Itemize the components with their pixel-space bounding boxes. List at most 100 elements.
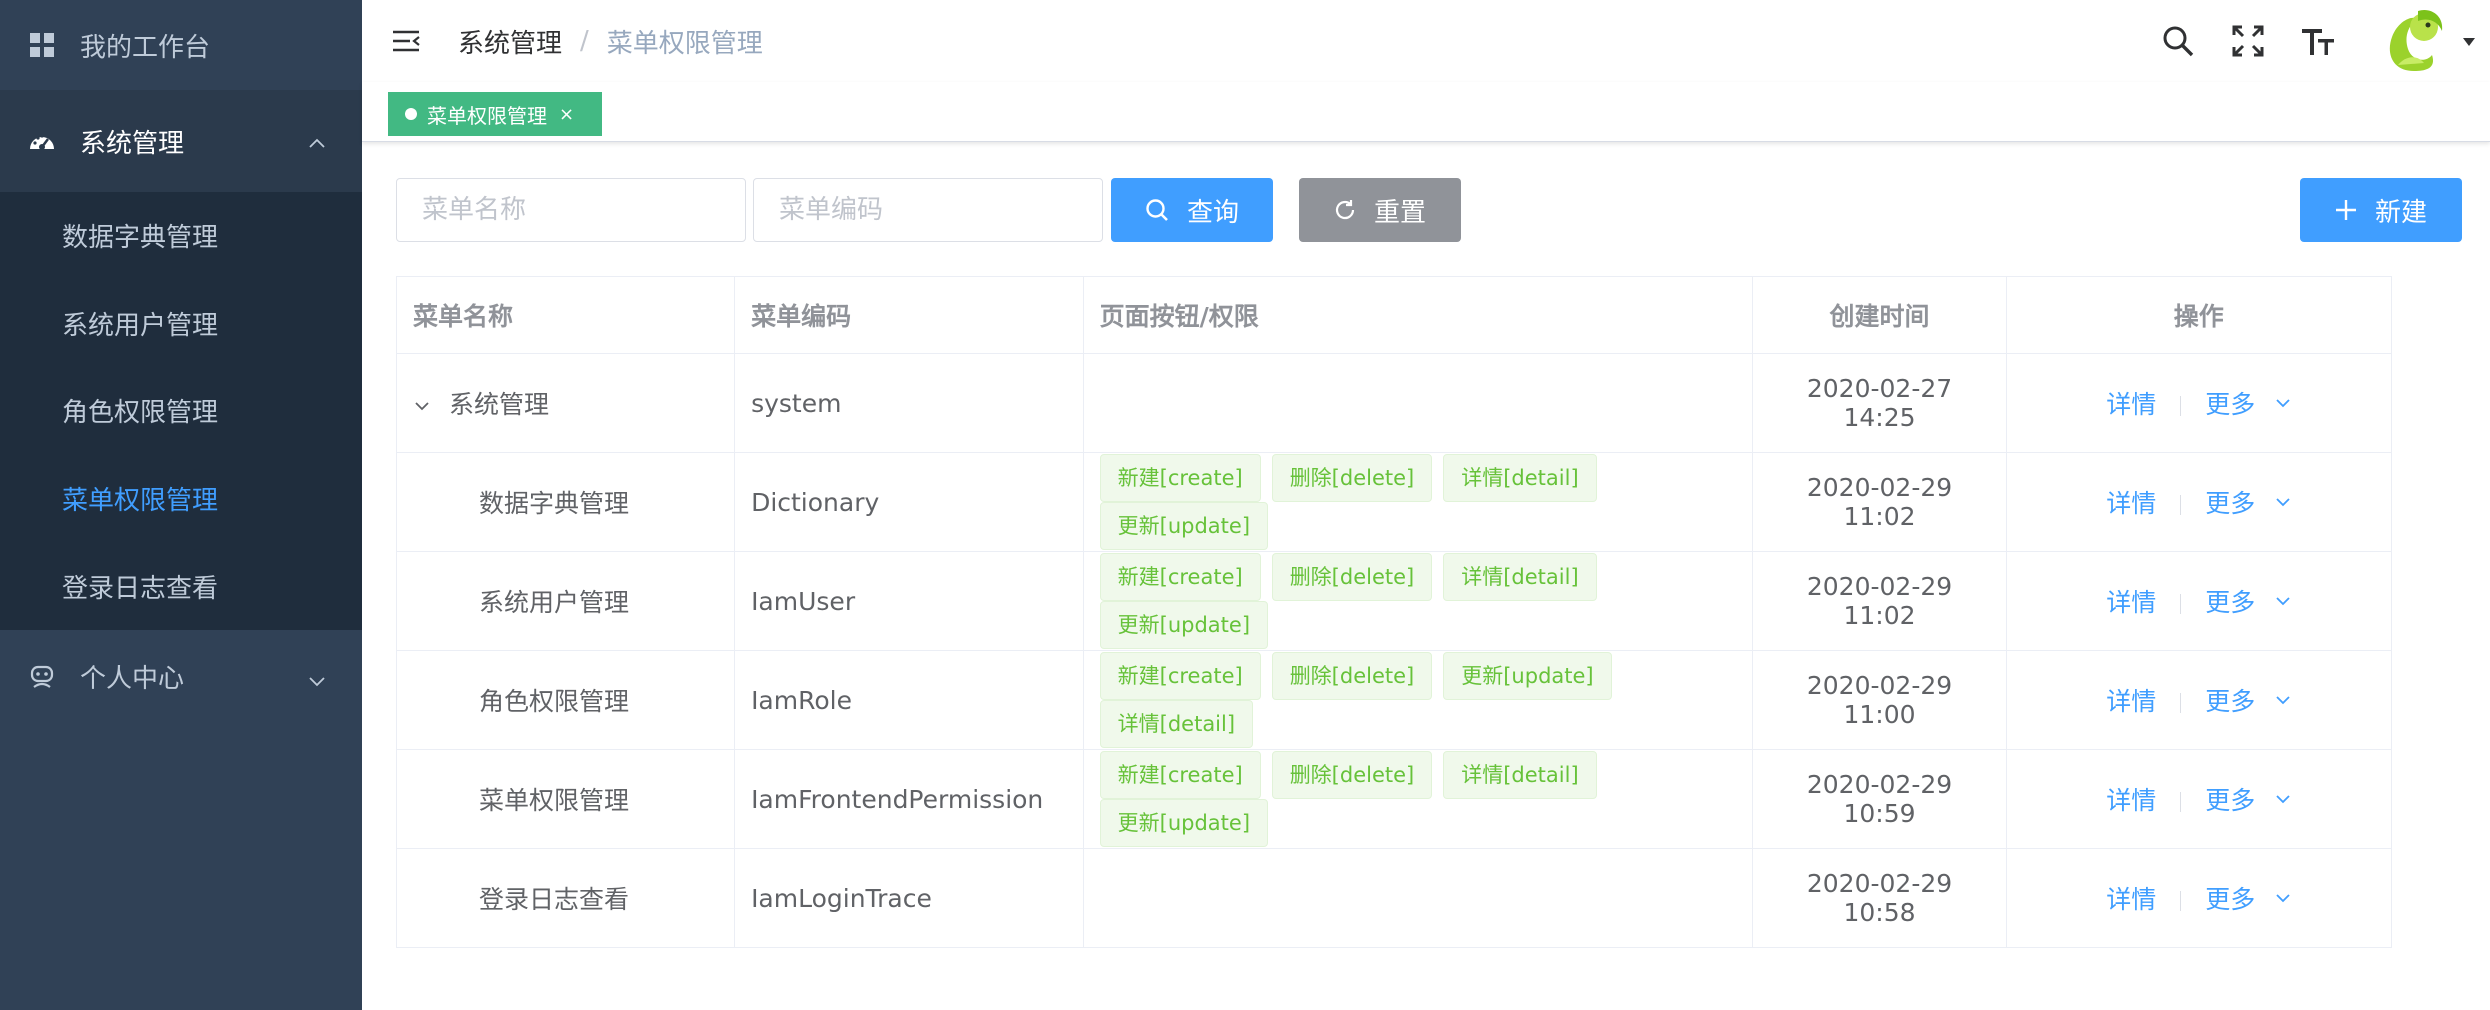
sidebar-group-label: 系统管理 bbox=[80, 128, 185, 159]
cell-created-time: 2020-02-29 11:02 bbox=[1752, 551, 2007, 651]
query-button[interactable]: 查询 bbox=[1111, 178, 1273, 242]
query-button-label: 查询 bbox=[1186, 197, 1239, 228]
more-dropdown[interactable]: 更多 bbox=[2205, 880, 2291, 916]
breadcrumb: 系统管理 / 菜单权限管理 bbox=[458, 23, 763, 60]
sidebar-item-dictionary[interactable]: 数据字典管理 bbox=[0, 192, 362, 280]
cell-permissions: 新建[create] 删除[delete] 更新[update] 详情[detail] bbox=[1082, 650, 1754, 750]
more-dropdown[interactable]: 更多 bbox=[2205, 484, 2291, 520]
cell-created-time: 2020-02-29 11:02 bbox=[1752, 452, 2007, 552]
permission-tag[interactable]: 详情[detail] bbox=[1443, 751, 1597, 799]
divider bbox=[2180, 396, 2182, 416]
more-dropdown[interactable]: 更多 bbox=[2205, 583, 2291, 619]
menu-name-input[interactable] bbox=[396, 178, 746, 242]
menu-name-text: 登录日志查看 bbox=[479, 885, 630, 914]
plus-icon bbox=[2335, 200, 2356, 220]
menu-fold-icon[interactable] bbox=[390, 25, 422, 57]
main-content: 查询 重置 新建 菜单名称 菜单编码 页面按钮/权限 创建时间 操作 系统管理 s… bbox=[362, 143, 2490, 1010]
refresh-icon bbox=[1335, 200, 1355, 220]
cell-actions: 详情 更多 bbox=[2005, 353, 2393, 453]
detail-link[interactable]: 详情 bbox=[2106, 588, 2156, 617]
permission-tag[interactable]: 更新[update] bbox=[1443, 652, 1612, 700]
breadcrumb-separator: / bbox=[580, 26, 589, 56]
tree-expand-icon[interactable] bbox=[413, 400, 439, 412]
permission-tag[interactable]: 详情[detail] bbox=[1443, 454, 1597, 502]
avatar[interactable] bbox=[2378, 5, 2450, 77]
permission-tag[interactable]: 更新[update] bbox=[1099, 502, 1269, 550]
new-button-label: 新建 bbox=[2374, 197, 2427, 228]
permission-tag[interactable]: 删除[delete] bbox=[1271, 652, 1433, 700]
sidebar-item-login-logs[interactable]: 登录日志查看 bbox=[0, 542, 362, 630]
sidebar-item-label: 数据字典管理 bbox=[62, 223, 219, 254]
cell-permissions bbox=[1082, 848, 1754, 948]
detail-link[interactable]: 详情 bbox=[2106, 390, 2156, 419]
cell-created-time: 2020-02-29 10:59 bbox=[1752, 749, 2007, 849]
permission-tag[interactable]: 新建[create] bbox=[1099, 751, 1261, 799]
more-dropdown[interactable]: 更多 bbox=[2205, 781, 2291, 817]
new-button[interactable]: 新建 bbox=[2300, 178, 2462, 242]
text-size-icon[interactable] bbox=[2298, 21, 2338, 61]
sidebar-item-workbench[interactable]: 我的工作台 bbox=[0, 0, 362, 90]
cell-created-time: 2020-02-29 11:00 bbox=[1752, 650, 2007, 750]
sidebar-item-menu-permissions[interactable]: 菜单权限管理 bbox=[0, 455, 362, 543]
divider bbox=[2180, 693, 2182, 713]
cell-menu-name: 数据字典管理 bbox=[395, 452, 736, 552]
search-icon[interactable] bbox=[2158, 21, 2198, 61]
menu-name-text: 数据字典管理 bbox=[479, 489, 630, 518]
menu-code-input[interactable] bbox=[753, 178, 1103, 242]
more-label: 更多 bbox=[2205, 588, 2256, 617]
divider bbox=[2180, 792, 2182, 812]
table-row: 系统管理 system 2020-02-27 14:25 详情 更多 bbox=[395, 353, 2393, 453]
table-row: 角色权限管理 IamRole 新建[create] 删除[delete] 更新[upda… bbox=[395, 650, 2393, 750]
cell-menu-code: Dictionary bbox=[734, 452, 1084, 552]
permission-tag[interactable]: 更新[update] bbox=[1099, 601, 1269, 649]
cell-permissions: 新建[create] 删除[delete] 详情[detail] 更新[update] bbox=[1082, 551, 1754, 651]
permission-tag[interactable]: 更新[update] bbox=[1099, 799, 1269, 847]
permission-tag[interactable]: 详情[detail] bbox=[1443, 553, 1597, 601]
more-label: 更多 bbox=[2205, 786, 2256, 815]
permission-tag[interactable]: 新建[create] bbox=[1099, 454, 1261, 502]
sidebar-group-personal[interactable]: 个人中心 bbox=[0, 630, 362, 723]
permission-tag[interactable]: 新建[create] bbox=[1099, 652, 1261, 700]
reset-button[interactable]: 重置 bbox=[1299, 178, 1461, 242]
cell-menu-name: 登录日志查看 bbox=[395, 848, 736, 948]
cell-menu-code: IamLoginTrace bbox=[734, 848, 1084, 948]
column-header-actions: 操作 bbox=[2005, 276, 2393, 354]
sidebar-group-system[interactable]: 系统管理 bbox=[0, 90, 362, 192]
detail-link[interactable]: 详情 bbox=[2106, 687, 2156, 716]
cell-permissions: 新建[create] 删除[delete] 详情[detail] 更新[update] bbox=[1082, 452, 1754, 552]
menu-name-text: 角色权限管理 bbox=[479, 687, 630, 716]
permission-tag[interactable]: 删除[delete] bbox=[1271, 751, 1433, 799]
tag-menu-permissions[interactable]: 菜单权限管理 × bbox=[388, 92, 602, 136]
permission-tag[interactable]: 删除[delete] bbox=[1271, 454, 1433, 502]
permission-tag[interactable]: 新建[create] bbox=[1099, 553, 1261, 601]
breadcrumb-parent[interactable]: 系统管理 bbox=[458, 23, 562, 60]
cell-permissions: 新建[create] 删除[delete] 详情[detail] 更新[update] bbox=[1082, 749, 1754, 849]
chevron-down-icon bbox=[2265, 596, 2291, 606]
fullscreen-icon[interactable] bbox=[2228, 21, 2268, 61]
detail-link[interactable]: 详情 bbox=[2106, 489, 2156, 518]
cell-actions: 详情 更多 bbox=[2005, 749, 2393, 849]
search-icon bbox=[1146, 199, 1168, 221]
cell-menu-name: 菜单权限管理 bbox=[395, 749, 736, 849]
divider bbox=[2180, 891, 2182, 911]
sidebar-item-users[interactable]: 系统用户管理 bbox=[0, 280, 362, 368]
navbar: 系统管理 / 菜单权限管理 bbox=[362, 0, 2490, 82]
sidebar-item-roles[interactable]: 角色权限管理 bbox=[0, 367, 362, 455]
permission-tag[interactable]: 详情[detail] bbox=[1099, 700, 1254, 748]
table-row: 菜单权限管理 IamFrontendPermission 新建[create] 删除[… bbox=[395, 749, 2393, 849]
permission-tag[interactable]: 删除[delete] bbox=[1271, 553, 1433, 601]
more-dropdown[interactable]: 更多 bbox=[2205, 385, 2291, 421]
detail-link[interactable]: 详情 bbox=[2106, 786, 2156, 815]
sidebar-group-label: 个人中心 bbox=[80, 663, 185, 694]
sidebar-item-label: 菜单权限管理 bbox=[62, 486, 219, 517]
table-row: 数据字典管理 Dictionary 新建[create] 删除[delete] 详情[d… bbox=[395, 452, 2393, 552]
caret-down-icon[interactable] bbox=[2462, 32, 2476, 51]
cell-actions: 详情 更多 bbox=[2005, 650, 2393, 750]
cell-actions: 详情 更多 bbox=[2005, 452, 2393, 552]
detail-link[interactable]: 详情 bbox=[2106, 885, 2156, 914]
active-dot-icon bbox=[405, 108, 417, 120]
more-dropdown[interactable]: 更多 bbox=[2205, 682, 2291, 718]
close-icon[interactable]: × bbox=[559, 104, 574, 125]
chevron-down-icon bbox=[2265, 893, 2291, 903]
menu-permission-table: 菜单名称 菜单编码 页面按钮/权限 创建时间 操作 系统管理 system 2020… bbox=[395, 276, 2393, 948]
